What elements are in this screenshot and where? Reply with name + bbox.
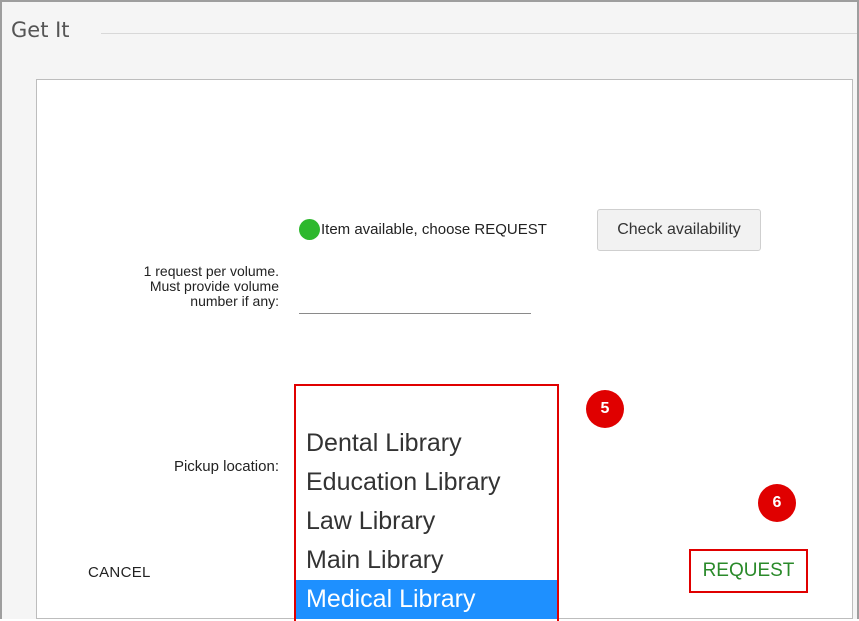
pickup-location-label: Pickup location: xyxy=(173,458,279,475)
availability-status: Item available, choose REQUEST xyxy=(299,217,547,241)
get-it-panel: Get It Item available, choose REQUEST Ch… xyxy=(0,0,859,621)
pickup-option-main-library[interactable]: Main Library xyxy=(296,541,557,580)
title-divider xyxy=(101,33,857,34)
volume-number-input[interactable] xyxy=(299,299,531,314)
check-availability-button[interactable]: Check availability xyxy=(597,209,761,251)
step-badge-5: 5 xyxy=(586,390,624,428)
available-status-dot-icon xyxy=(299,218,320,240)
cancel-button[interactable]: CANCEL xyxy=(88,564,151,581)
section-title: Get It xyxy=(11,18,70,42)
pickup-option-law-library[interactable]: Law Library xyxy=(296,502,557,541)
request-button[interactable]: REQUEST xyxy=(689,549,808,593)
pickup-location-options: Dental Library Education Library Law Lib… xyxy=(296,424,557,619)
step-badge-6: 6 xyxy=(758,484,796,522)
availability-status-text: Item available, choose REQUEST xyxy=(321,220,547,238)
pickup-option-dental-library[interactable]: Dental Library xyxy=(296,424,557,463)
pickup-option-medical-library[interactable]: Medical Library xyxy=(296,580,557,619)
volume-label-line: 1 request per volume. xyxy=(143,263,279,279)
pickup-location-listbox[interactable]: Dental Library Education Library Law Lib… xyxy=(294,384,559,621)
volume-label-line: Must provide volume xyxy=(149,278,279,294)
pickup-option-education-library[interactable]: Education Library xyxy=(296,463,557,502)
volume-field-label: 1 request per volume. Must provide volum… xyxy=(82,264,279,309)
volume-label-line: number if any: xyxy=(190,293,279,309)
